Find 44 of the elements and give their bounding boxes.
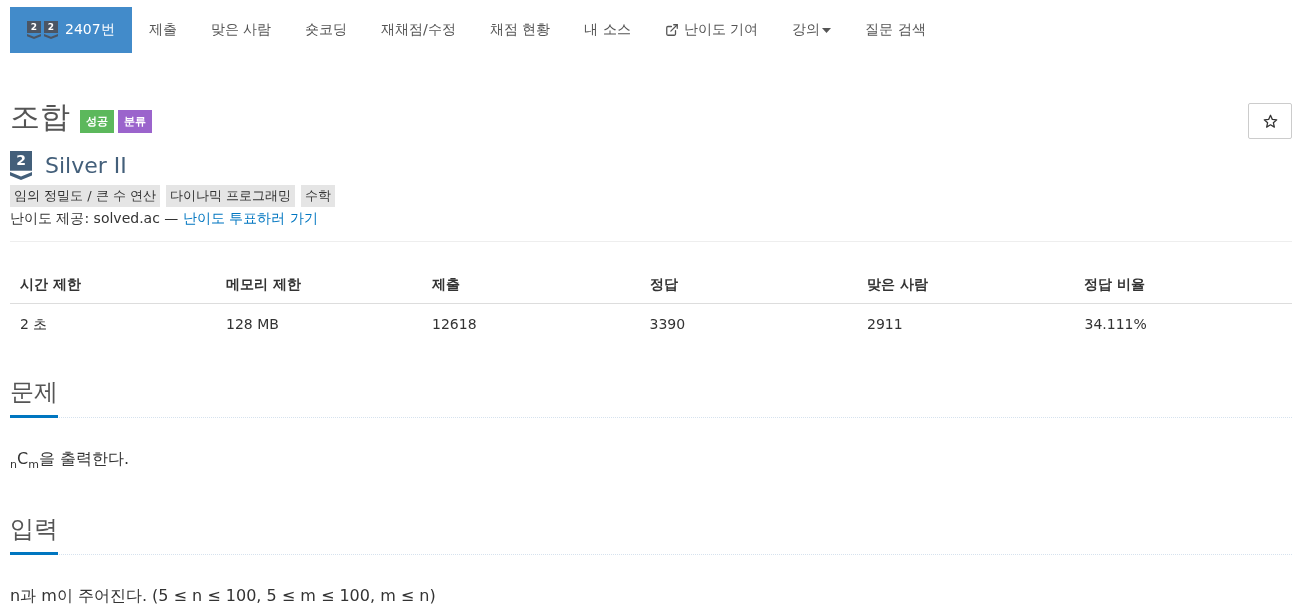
status-label: 성공 (80, 110, 114, 133)
column-header: 제출 (422, 265, 640, 304)
external-link-icon (664, 23, 679, 37)
nav-tab-label: 강의 (792, 21, 821, 39)
table-cell: 128 MB (216, 303, 423, 344)
tier-name: Silver II (45, 151, 127, 180)
column-header: 맞은 사람 (857, 265, 1075, 304)
tier-badge: 2 (27, 21, 41, 39)
table-cell: 3390 (639, 303, 857, 344)
algorithm-tag[interactable]: 수학 (301, 185, 336, 207)
nav-tab[interactable]: 내 소스 (567, 7, 648, 53)
nav-tab-label: 난이도 기여 (683, 21, 759, 39)
column-header: 메모리 제한 (216, 265, 423, 304)
tier-badge: 2 (44, 21, 58, 39)
column-header: 시간 제한 (10, 265, 216, 304)
nav-tab[interactable]: 맞은 사람 (193, 7, 289, 53)
status-label: 분류 (118, 110, 152, 133)
section-heading: 문제 (10, 377, 58, 418)
nav-tab[interactable]: 2 2 2407번 (10, 7, 132, 53)
difficulty-credit: 난이도 제공: solved.ac — 난이도 투표하러 가기 (10, 209, 319, 228)
favorite-button[interactable] (1248, 103, 1292, 139)
table-cell: 34.111% (1074, 303, 1292, 344)
problem-title: 조합 (10, 99, 70, 135)
nav-tab[interactable]: 제출 (131, 7, 194, 53)
nav-tab[interactable]: 강의 (775, 7, 849, 53)
nav-tab[interactable]: 재채점/수정 (364, 7, 473, 53)
nav-tab[interactable]: 난이도 기여 (647, 7, 776, 53)
nav-tab[interactable]: 채점 현황 (472, 7, 568, 53)
section-text: n과 m이 주어진다. (5 ≤ n ≤ 100, 5 ≤ m ≤ 100, m ≤ n) (10, 585, 437, 607)
section-text: $_{n}$C$_{m}$을 출력한다. (10, 448, 131, 473)
table-cell: 2 초 (10, 303, 216, 344)
caret-icon (822, 27, 832, 33)
table-cell: 2911 (857, 303, 1075, 344)
column-header: 정답 비율 (1074, 265, 1292, 304)
section-heading: 입력 (10, 514, 58, 555)
nav-tab-label: 2407번 (65, 21, 115, 39)
algorithm-tag[interactable]: 임의 정밀도 / 큰 수 연산 (10, 185, 161, 207)
algorithm-tag[interactable]: 다이나믹 프로그래밍 (166, 185, 296, 207)
vote-link[interactable]: 난이도 투표하러 가기 (182, 210, 318, 226)
column-header: 정답 (639, 265, 857, 304)
nav-tab[interactable]: 숏코딩 (288, 7, 365, 53)
nav-tab[interactable]: 질문 검색 (848, 7, 943, 53)
table-cell: 12618 (422, 303, 640, 344)
tier-badge: 2 (10, 151, 32, 180)
